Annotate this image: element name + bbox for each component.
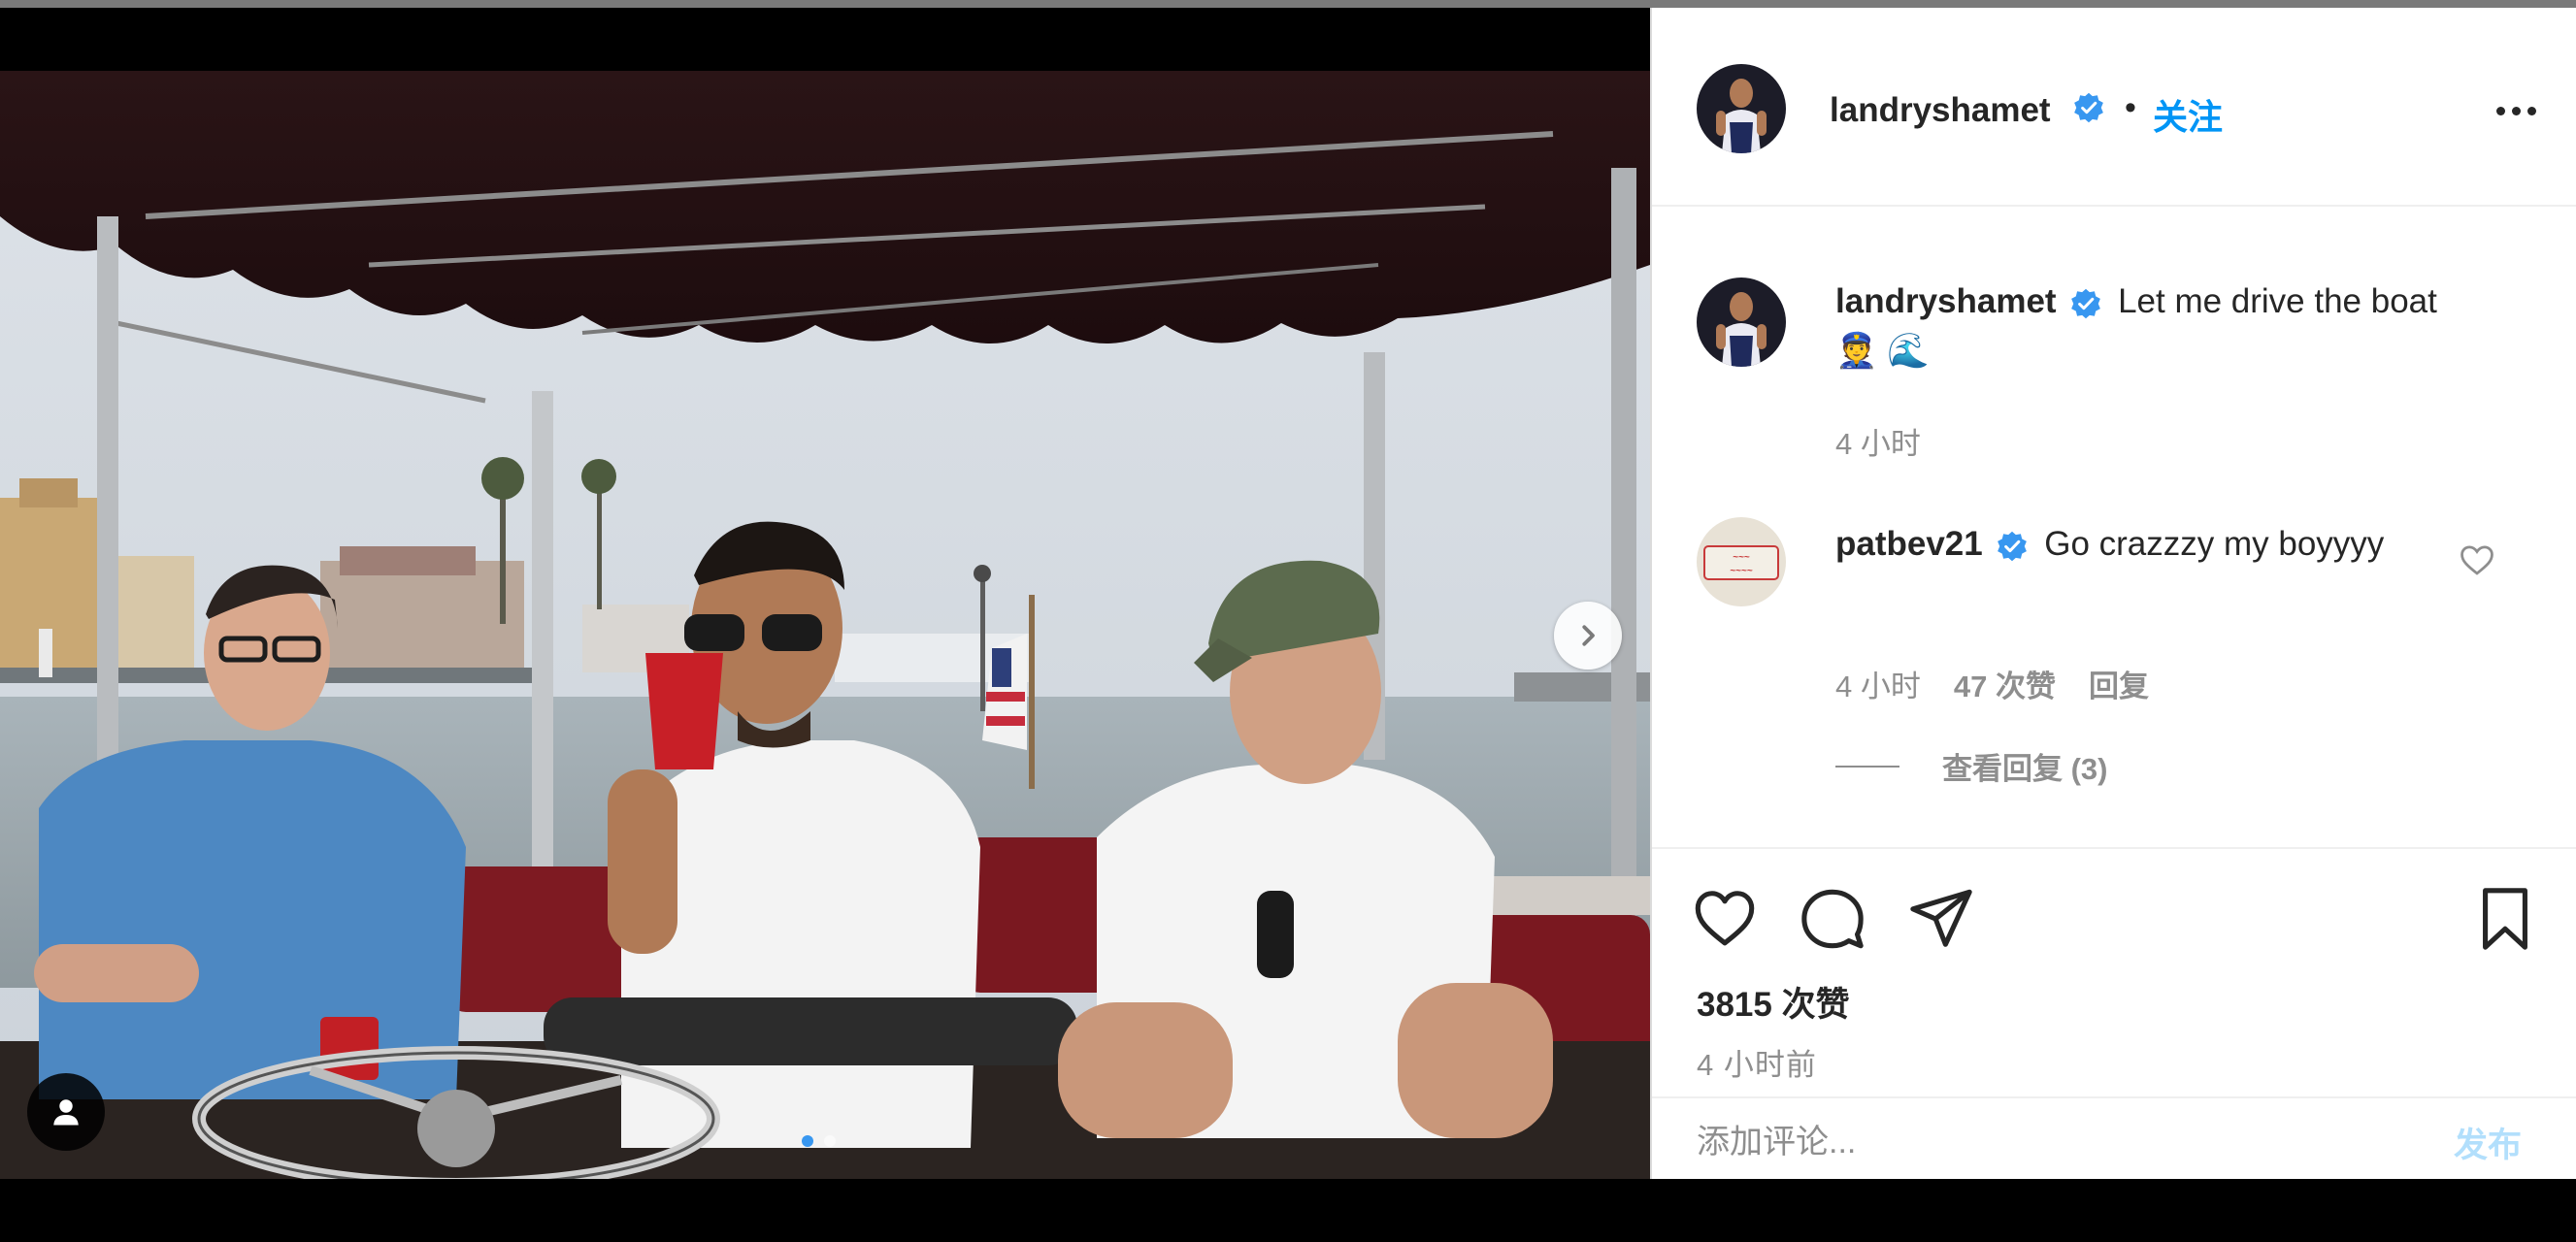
caption-text: Let me drive the boat	[2118, 282, 2437, 320]
comments-section: landryshamet Let me drive the boat 👮 🌊 4…	[1650, 209, 2576, 847]
window-bottom-edge	[0, 1179, 2576, 1242]
verified-badge-icon	[2074, 92, 2103, 123]
author-avatar[interactable]	[1697, 64, 1786, 153]
view-replies-line	[1835, 765, 1899, 768]
post-media	[0, 8, 1650, 1179]
author-username[interactable]: landryshamet	[1830, 91, 2051, 130]
more-horizontal-icon	[2495, 106, 2505, 115]
verified-badge-icon	[2071, 288, 2101, 319]
user-tag-icon	[53, 1099, 79, 1126]
carousel-next-button[interactable]	[1554, 602, 1622, 670]
add-comment-input[interactable]	[1697, 1118, 2376, 1166]
chevron-right-icon	[1582, 625, 1595, 646]
post-header: landryshamet • 关注	[1650, 8, 2576, 207]
comment-like-heart-icon[interactable]	[2459, 543, 2495, 576]
carousel-indicator	[802, 1135, 836, 1147]
comment-meta: 4 小时 47 次赞 回复	[1835, 662, 2149, 705]
heart-icon[interactable]	[1691, 885, 1759, 953]
post-actions: 3815 次赞 4 小时前	[1650, 847, 2576, 1104]
add-comment-bar: 发布	[1650, 1096, 2576, 1179]
post-comment-button[interactable]: 发布	[2454, 1118, 2522, 1167]
view-replies-label: 查看回复 (3)	[1942, 752, 2108, 786]
wave-emoji: 🌊	[1887, 332, 1930, 370]
follow-button[interactable]: 关注	[2153, 89, 2223, 140]
window-top-edge	[0, 0, 2576, 8]
paper-plane-icon[interactable]	[1907, 885, 1975, 953]
comment-item: patbev21 Go crazzzy my boyyyy	[1835, 519, 2437, 569]
comment-time[interactable]: 4 小时	[1835, 662, 1921, 705]
view-replies-button[interactable]: 查看回复 (3)	[1835, 744, 2108, 788]
post-sidebar: landryshamet • 关注 landryshamet Let me dr…	[1650, 8, 2576, 1179]
caption-time[interactable]: 4 小时	[1835, 419, 1921, 463]
more-options-button[interactable]	[2487, 91, 2545, 130]
post-caption: landryshamet Let me drive the boat 👮 🌊	[1835, 277, 2437, 376]
post-photo	[0, 71, 1650, 1179]
svg-text:~~~~: ~~~~	[1730, 566, 1753, 576]
police-officer-emoji: 👮	[1835, 332, 1878, 370]
carousel-dot-active	[802, 1135, 813, 1147]
reply-button[interactable]: 回复	[2089, 662, 2149, 705]
commenter-avatar[interactable]: ~~~ ~~~~	[1697, 517, 1786, 606]
comment-text: Go crazzzy my boyyyy	[2044, 525, 2385, 563]
likes-count[interactable]: 3815 次赞	[1697, 977, 1850, 1027]
comment-likes[interactable]: 47 次赞	[1954, 662, 2056, 705]
caption-username[interactable]: landryshamet	[1835, 282, 2057, 320]
pane-divider	[1650, 8, 1652, 1179]
comment-icon[interactable]	[1799, 885, 1866, 953]
bookmark-icon[interactable]	[2471, 885, 2539, 953]
svg-text:~~~: ~~~	[1733, 552, 1750, 563]
tagged-users-button[interactable]	[27, 1073, 105, 1151]
carousel-dot	[824, 1135, 836, 1147]
caption-author-avatar[interactable]	[1697, 278, 1786, 367]
header-separator: •	[2125, 89, 2136, 126]
verified-badge-icon	[1998, 531, 2028, 562]
posted-time[interactable]: 4 小时前	[1697, 1040, 1817, 1084]
caption-meta: 4 小时	[1835, 419, 1921, 463]
comment-username[interactable]: patbev21	[1835, 525, 1983, 563]
